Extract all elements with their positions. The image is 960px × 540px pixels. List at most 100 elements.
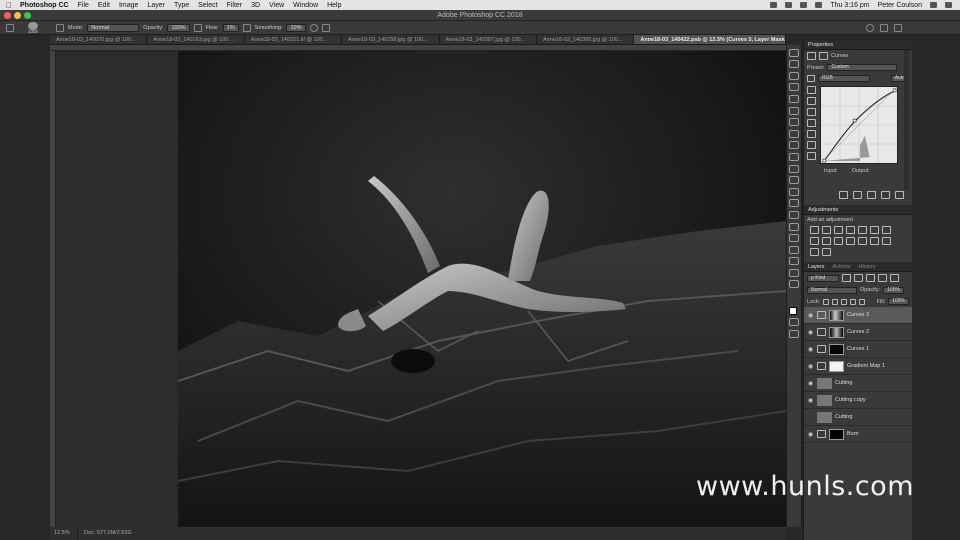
black-white-icon[interactable] <box>810 237 819 245</box>
filter-kind-select[interactable]: ρ Kind <box>807 274 839 282</box>
clone-stamp-tool-icon[interactable] <box>789 141 799 150</box>
layer-mask-thumbnail[interactable] <box>829 343 844 355</box>
lock-position-icon[interactable] <box>841 298 848 305</box>
pen-tool-icon[interactable] <box>789 210 799 219</box>
layer-name[interactable]: Cutting <box>835 414 852 420</box>
toggle-visibility-icon[interactable] <box>881 191 890 199</box>
brush-settings-icon[interactable] <box>56 23 64 32</box>
menu-window[interactable]: Window <box>293 2 318 9</box>
visibility-eye-icon[interactable]: ◉ <box>807 346 814 353</box>
layer-mask-icon[interactable] <box>819 52 828 60</box>
document-tab-active[interactable]: Anne18-03_140422.psb @ 12.5% (Curves 3, … <box>634 35 786 44</box>
document-tab-1[interactable]: Anne18-03_140070.jpg @ 100... <box>50 35 148 44</box>
delete-adjustment-icon[interactable] <box>895 191 904 199</box>
document-tab-3[interactable]: Anne18-03_140321.tif @ 100... <box>244 35 343 44</box>
layer-mask-thumbnail[interactable] <box>829 360 844 372</box>
history-brush-tool-icon[interactable] <box>789 152 799 161</box>
more-tools-icon[interactable] <box>789 280 799 289</box>
screen-mode-icon[interactable] <box>789 330 799 339</box>
foreground-color-swatch[interactable] <box>789 307 797 315</box>
target-adjust-hand-icon[interactable] <box>807 75 815 82</box>
app-menu[interactable]: Photoshop CC <box>20 2 69 9</box>
visibility-eye-icon[interactable]: ◉ <box>807 363 814 370</box>
opacity-input[interactable]: 100% <box>167 23 190 32</box>
exposure-icon[interactable] <box>846 226 855 234</box>
lock-artboard-icon[interactable] <box>850 298 857 305</box>
threshold-icon[interactable] <box>882 237 891 245</box>
hand-tool-icon[interactable] <box>789 257 799 266</box>
clipping-warning-icon[interactable] <box>807 152 816 160</box>
document-image[interactable] <box>178 51 786 527</box>
visibility-eye-icon[interactable]: ◉ <box>807 312 814 319</box>
filter-type-icon[interactable] <box>866 274 875 282</box>
gradient-map-icon[interactable] <box>810 248 819 256</box>
sample-gray-point-icon[interactable] <box>807 97 816 105</box>
fill-input[interactable]: 100% <box>888 298 909 305</box>
layer-thumbnail[interactable] <box>817 377 832 389</box>
quick-select-tool-icon[interactable] <box>789 83 799 92</box>
smoothing-input[interactable]: 10% <box>286 23 306 32</box>
visibility-eye-icon[interactable]: ◉ <box>807 414 814 421</box>
spotlight-icon[interactable] <box>930 2 937 8</box>
selective-color-icon[interactable] <box>822 248 831 256</box>
reset-icon[interactable] <box>867 191 876 199</box>
move-tool-icon[interactable] <box>789 48 799 57</box>
panel-scrollbar[interactable] <box>904 50 909 190</box>
layer-opacity-input[interactable]: 100% <box>883 286 904 294</box>
filter-shape-icon[interactable] <box>878 274 887 282</box>
pressure-size-icon[interactable] <box>321 23 330 32</box>
search-icon[interactable] <box>866 24 874 32</box>
brush-tool-icon[interactable] <box>789 129 799 138</box>
properties-panel-header[interactable]: Properties <box>804 40 912 50</box>
minimize-window-button[interactable] <box>14 12 21 19</box>
flow-input[interactable]: 1% <box>222 23 239 32</box>
layer-row[interactable]: ◉ Cutting <box>804 375 912 392</box>
airbrush-icon[interactable] <box>242 23 251 32</box>
layer-mask-thumbnail[interactable] <box>829 326 844 338</box>
lock-image-icon[interactable] <box>832 298 839 305</box>
layer-row[interactable]: ◉ Gradient Map 1 <box>804 358 912 375</box>
layer-row[interactable]: ◉ Cutting copy <box>804 392 912 409</box>
mode-select[interactable]: Normal <box>87 23 140 32</box>
quick-mask-icon[interactable] <box>789 318 799 327</box>
layer-mask-thumbnail[interactable] <box>829 428 844 440</box>
edit-points-curve-icon[interactable] <box>807 119 816 127</box>
layer-name[interactable]: Curves 1 <box>847 346 869 352</box>
type-tool-icon[interactable] <box>789 222 799 231</box>
vibrance-icon[interactable] <box>858 226 867 234</box>
sample-black-point-icon[interactable] <box>807 86 816 94</box>
draw-curve-pencil-icon[interactable] <box>807 130 816 138</box>
layer-row[interactable]: ◉ Curves 1 <box>804 341 912 358</box>
menu-type[interactable]: Type <box>174 2 189 9</box>
adjustments-panel-header[interactable]: Adjustments <box>804 205 912 215</box>
layer-mask-thumbnail[interactable] <box>829 309 844 321</box>
apple-menu-icon[interactable]:  <box>6 1 12 10</box>
smoothing-settings-gear-icon[interactable] <box>309 23 318 32</box>
layer-thumbnail[interactable] <box>817 411 832 423</box>
menu-layer[interactable]: Layer <box>147 2 165 9</box>
menu-select[interactable]: Select <box>198 2 217 9</box>
color-balance-icon[interactable] <box>882 226 891 234</box>
photo-filter-icon[interactable] <box>822 237 831 245</box>
menu-edit[interactable]: Edit <box>98 2 110 9</box>
dodge-tool-icon[interactable] <box>789 199 799 208</box>
wifi-icon[interactable] <box>800 2 808 8</box>
visibility-eye-icon[interactable]: ◉ <box>807 431 814 438</box>
document-size-info[interactable]: Doc: 577.0M/2.52G <box>78 527 132 540</box>
layer-row[interactable]: ◉ Curves 2 <box>804 324 912 341</box>
layer-thumbnail[interactable] <box>817 394 832 406</box>
layer-name[interactable]: Curves 2 <box>847 329 869 335</box>
lock-all-icon[interactable] <box>859 298 866 305</box>
history-tab[interactable]: History <box>859 262 876 271</box>
battery-icon[interactable] <box>815 2 823 8</box>
notification-center-icon[interactable] <box>945 2 952 8</box>
marquee-tool-icon[interactable] <box>789 60 799 69</box>
sample-white-point-icon[interactable] <box>807 108 816 116</box>
layer-name[interactable]: Gradient Map 1 <box>847 363 885 369</box>
eraser-tool-icon[interactable] <box>789 164 799 173</box>
layer-row[interactable]: ◉ Cutting <box>804 409 912 426</box>
shape-tool-icon[interactable] <box>789 245 799 254</box>
share-icon[interactable] <box>894 24 902 32</box>
layer-name[interactable]: Cutting copy <box>835 397 866 403</box>
brush-tool-preset-icon[interactable] <box>6 24 14 32</box>
